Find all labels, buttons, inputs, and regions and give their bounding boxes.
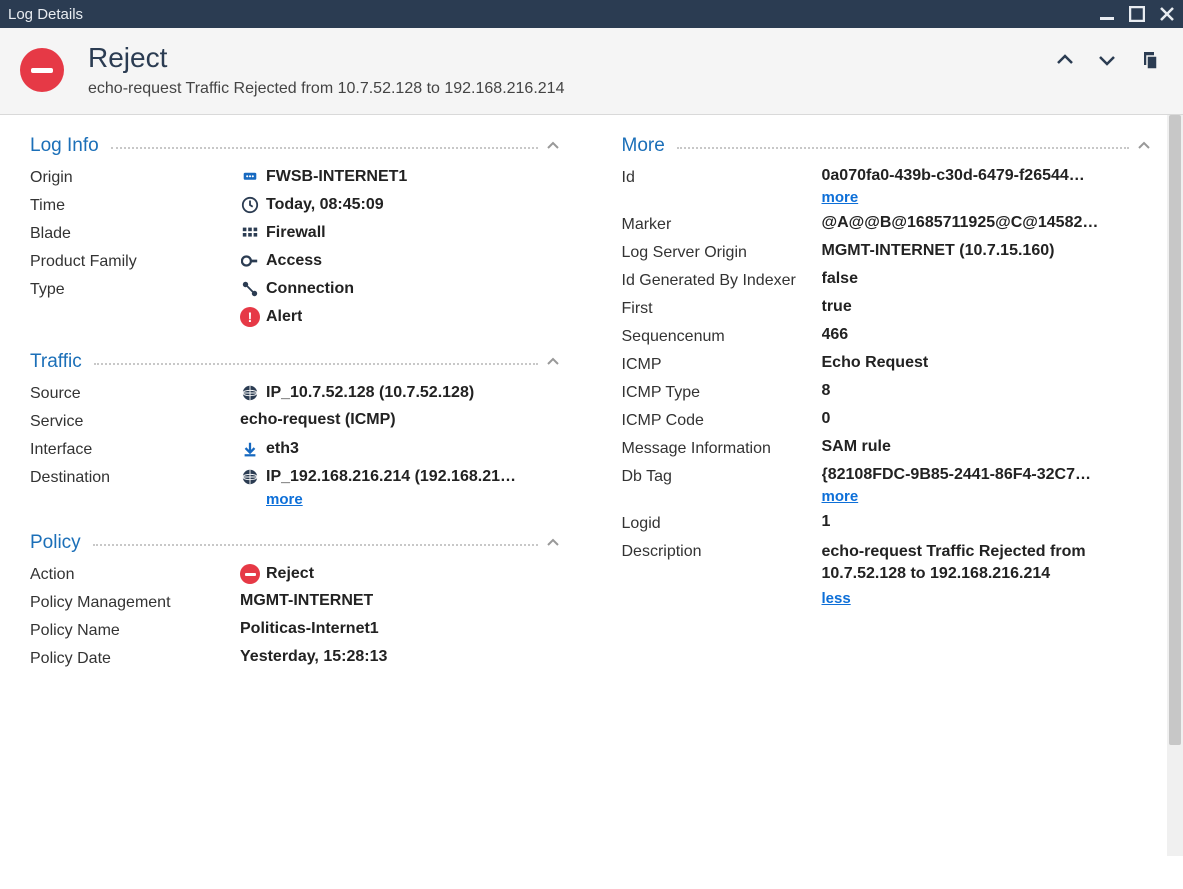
row-origin: Origin FWSB-INTERNET1 — [30, 167, 562, 187]
id-more-link[interactable]: more — [822, 189, 859, 206]
logid-value: 1 — [822, 513, 831, 531]
next-log-button[interactable] — [1097, 50, 1117, 70]
origin-value: FWSB-INTERNET1 — [266, 168, 407, 186]
row-time: Time Today, 08:45:09 — [30, 195, 562, 215]
icmp-type-value: 8 — [822, 382, 831, 400]
row-id: Id 0a070fa0-439b-c30d-6479-f26544… more — [622, 167, 1154, 206]
icmp-value: Echo Request — [822, 354, 929, 372]
id-gen-value: false — [822, 270, 858, 288]
section-more: More Id 0a070fa0-439b-c30d-6479-f26544… … — [622, 135, 1154, 607]
row-policy-date: Policy Date Yesterday, 15:28:13 — [30, 648, 562, 668]
row-interface: Interface eth3 — [30, 439, 562, 459]
policy-name-value: Politicas-Internet1 — [240, 620, 379, 638]
page-title: Reject — [88, 42, 1055, 74]
row-policy-mgmt: Policy Management MGMT-INTERNET — [30, 592, 562, 612]
first-value: true — [822, 298, 852, 316]
policy-date-value: Yesterday, 15:28:13 — [240, 648, 387, 666]
row-first: First true — [622, 298, 1154, 318]
log-server-value: MGMT-INTERNET (10.7.15.160) — [822, 242, 1055, 260]
minimize-icon[interactable] — [1099, 6, 1115, 22]
firewall-icon — [240, 223, 260, 243]
globe-icon — [240, 467, 260, 487]
db-tag-value: {82108FDC-9B85-2441-86F4-32C7… — [822, 466, 1154, 484]
alert-icon: ! — [240, 307, 260, 327]
right-column: More Id 0a070fa0-439b-c30d-6479-f26544… … — [592, 125, 1183, 692]
row-product-family: Product Family Access — [30, 251, 562, 271]
section-title-more: More — [622, 135, 665, 157]
msg-info-value: SAM rule — [822, 438, 891, 456]
reject-icon — [240, 564, 260, 584]
close-icon[interactable] — [1159, 6, 1175, 22]
row-action: Action Reject — [30, 564, 562, 584]
header-actions — [1055, 50, 1159, 70]
service-value: echo-request (ICMP) — [240, 411, 396, 429]
row-logid: Logid 1 — [622, 513, 1154, 533]
section-log-info: Log Info Origin FWSB-INTERNET1 Time Toda… — [30, 135, 562, 327]
copy-button[interactable] — [1139, 50, 1159, 70]
access-icon — [240, 251, 260, 271]
row-icmp: ICMP Echo Request — [622, 354, 1154, 374]
row-marker: Marker @A@@B@1685711925@C@14582… — [622, 214, 1154, 234]
clock-icon — [240, 195, 260, 215]
window-controls — [1099, 6, 1175, 22]
row-description: Description echo-request Traffic Rejecte… — [622, 541, 1154, 607]
destination-value: IP_192.168.216.214 (192.168.21… — [266, 468, 516, 486]
log-header: Reject echo-request Traffic Rejected fro… — [0, 28, 1183, 115]
prev-log-button[interactable] — [1055, 50, 1075, 70]
gateway-icon — [240, 167, 260, 187]
blade-value: Firewall — [266, 224, 326, 242]
connection-icon — [240, 279, 260, 299]
collapse-traffic[interactable] — [544, 353, 562, 371]
content-columns: Log Info Origin FWSB-INTERNET1 Time Toda… — [0, 115, 1183, 692]
db-tag-more-link[interactable]: more — [822, 488, 859, 505]
row-type: Type Connection — [30, 279, 562, 299]
source-value: IP_10.7.52.128 (10.7.52.128) — [266, 384, 474, 402]
scrollbar-thumb[interactable] — [1169, 115, 1181, 745]
seq-value: 466 — [822, 326, 849, 344]
desc-less-link[interactable]: less — [822, 590, 851, 607]
product-family-value: Access — [266, 252, 322, 270]
interface-value: eth3 — [266, 440, 299, 458]
row-blade: Blade Firewall — [30, 223, 562, 243]
section-traffic: Traffic Source IP_10.7.52.128 (10.7.52.1… — [30, 351, 562, 508]
vertical-scrollbar[interactable] — [1167, 115, 1183, 856]
row-policy-name: Policy Name Politicas-Internet1 — [30, 620, 562, 640]
id-value: 0a070fa0-439b-c30d-6479-f26544… — [822, 167, 1154, 185]
row-seq: Sequencenum 466 — [622, 326, 1154, 346]
row-msg-info: Message Information SAM rule — [622, 438, 1154, 458]
maximize-icon[interactable] — [1129, 6, 1145, 22]
section-title-policy: Policy — [30, 532, 81, 554]
row-icmp-type: ICMP Type 8 — [622, 382, 1154, 402]
window-title: Log Details — [8, 6, 1099, 23]
destination-more-link[interactable]: more — [266, 491, 303, 508]
section-title-log-info: Log Info — [30, 135, 99, 157]
collapse-log-info[interactable] — [544, 137, 562, 155]
collapse-policy[interactable] — [544, 534, 562, 552]
marker-value: @A@@B@1685711925@C@14582… — [822, 214, 1099, 232]
action-value: Reject — [266, 565, 314, 583]
globe-icon — [240, 383, 260, 403]
row-log-server: Log Server Origin MGMT-INTERNET (10.7.15… — [622, 242, 1154, 262]
row-source: Source IP_10.7.52.128 (10.7.52.128) — [30, 383, 562, 403]
page-subtitle: echo-request Traffic Rejected from 10.7.… — [88, 80, 1055, 98]
row-alert: ! Alert — [30, 307, 562, 327]
interface-in-icon — [240, 439, 260, 459]
policy-mgmt-value: MGMT-INTERNET — [240, 592, 373, 610]
row-id-gen: Id Generated By Indexer false — [622, 270, 1154, 290]
icmp-code-value: 0 — [822, 410, 831, 428]
desc-value: echo-request Traffic Rejected from 10.7.… — [822, 541, 1154, 586]
row-icmp-code: ICMP Code 0 — [622, 410, 1154, 430]
collapse-more[interactable] — [1135, 137, 1153, 155]
alert-value: Alert — [266, 308, 302, 326]
type-value: Connection — [266, 280, 354, 298]
time-value: Today, 08:45:09 — [266, 196, 384, 214]
section-policy: Policy Action Reject Policy Management M… — [30, 532, 562, 668]
reject-icon — [20, 48, 64, 92]
row-destination: Destination IP_192.168.216.214 (192.168.… — [30, 467, 562, 508]
row-db-tag: Db Tag {82108FDC-9B85-2441-86F4-32C7… mo… — [622, 466, 1154, 505]
window-titlebar: Log Details — [0, 0, 1183, 28]
left-column: Log Info Origin FWSB-INTERNET1 Time Toda… — [0, 125, 592, 692]
row-service: Service echo-request (ICMP) — [30, 411, 562, 431]
section-title-traffic: Traffic — [30, 351, 82, 373]
